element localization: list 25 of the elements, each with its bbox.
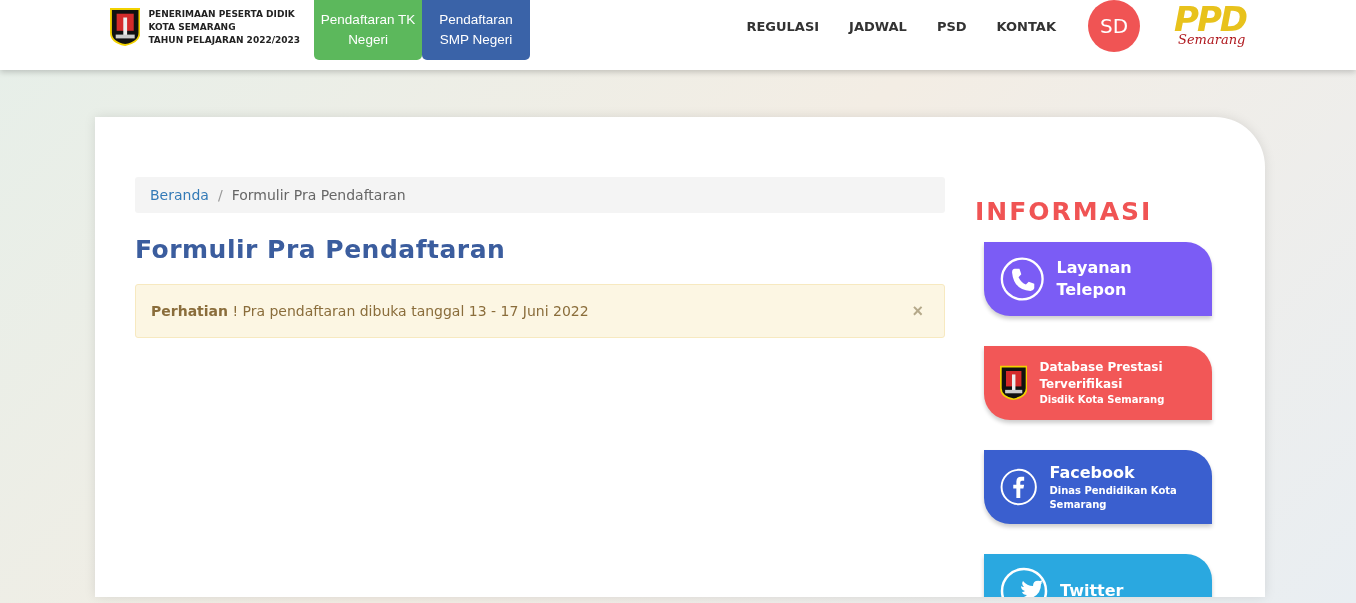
phone-icon [1000,255,1045,303]
sidebar-title: INFORMASI [975,197,1154,226]
site-title: PENERIMAAN PESERTA DIDIK KOTA SEMARANG TAHUN PELAJARAN 2022/2023 [148,7,300,47]
level-badge[interactable]: SD [1088,0,1140,52]
nav-link[interactable]: KONTAK [996,18,1056,34]
nav-link[interactable]: PSD [936,18,967,34]
card-title: Database Prestasi Terverifikasi [1039,359,1164,393]
card-title: Facebook [1049,462,1136,484]
page-title: Formulir Pra Pendaftaran [135,235,507,264]
card-title: Layanan Telepon [1056,257,1133,301]
alert-message: Perhatian ! Pra pendaftaran dibuka tanggal 13 - 17 Juni 2022 [151,303,589,319]
breadcrumb-link[interactable]: Beranda [150,187,209,203]
nav-link[interactable]: JADWAL [849,18,907,34]
info-card[interactable]: Database Prestasi Terverifikasi Disdik Kota Semarang [984,346,1212,420]
logo[interactable]: PPD Semarang [1170,0,1250,54]
breadcrumb-current: Formulir Pra Pendaftaran [231,187,406,203]
separator: / [217,187,223,203]
card-title: Twitter [1060,580,1124,597]
card-subtitle: Disdik Kota Semarang [1039,393,1166,407]
register-button[interactable]: Pendaftaran SMP Negeri [422,0,530,60]
info-card[interactable]: Facebook Dinas Pendidikan Kota Semarang [984,450,1212,524]
crest-icon [110,8,141,46]
nav-link[interactable]: REGULASI [746,18,820,34]
info-card[interactable]: Layanan Telepon [984,242,1212,316]
card-subtitle: Dinas Pendidikan Kota Semarang [1049,484,1178,512]
